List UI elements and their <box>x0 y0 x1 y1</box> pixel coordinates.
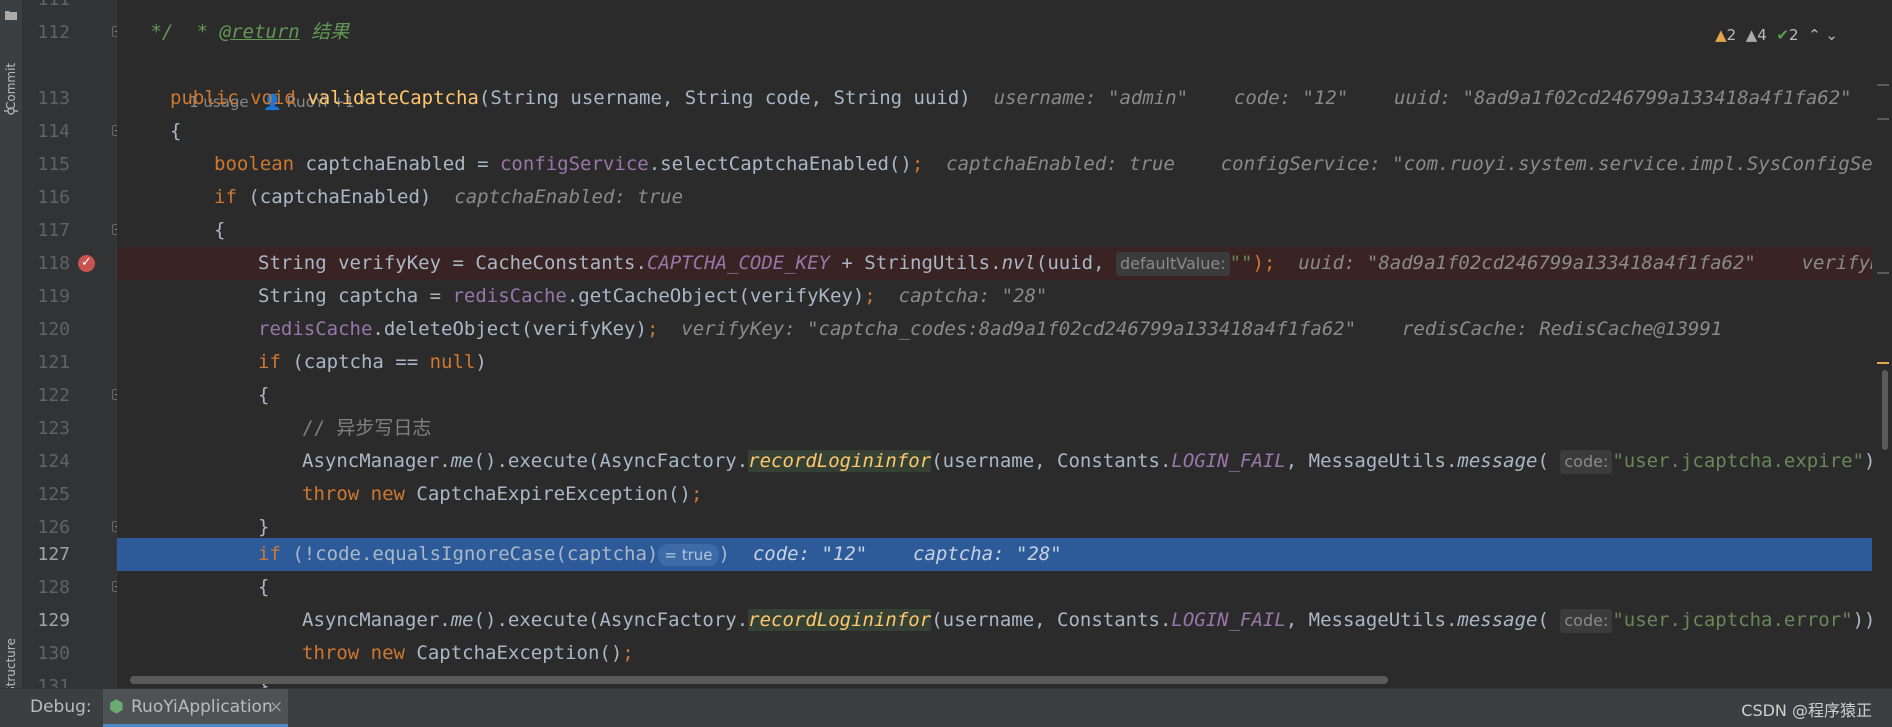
code-line-122[interactable]: { <box>117 379 1892 412</box>
line-number-125[interactable]: 125 <box>22 478 116 511</box>
commit-icon[interactable] <box>4 104 18 118</box>
code-line-125[interactable]: throw new CaptchaExpireException(); <box>117 478 1892 511</box>
line-number-121[interactable]: 121 <box>22 346 116 379</box>
error-stripe-mark[interactable] <box>1877 272 1889 274</box>
debug-tool-bar: Debug: ⬢ RuoYiApplication × CSDN @程序猿正 <box>0 688 1892 727</box>
line-number-114[interactable]: 114 <box>22 115 123 148</box>
code-line-128[interactable]: { <box>117 571 1892 604</box>
line-number-label: 128 <box>37 577 70 598</box>
line-number-label: 130 <box>37 643 70 664</box>
weak-warning-icon: ▲ <box>1745 26 1758 44</box>
line-number-123[interactable]: 123 <box>22 412 116 445</box>
close-icon[interactable]: × <box>269 697 283 717</box>
code-line-117[interactable]: { <box>117 214 1892 247</box>
code-line-112[interactable]: */ <box>117 16 1892 49</box>
code-line-118[interactable]: String verifyKey = CacheConstants.CAPTCH… <box>117 247 1892 280</box>
warning-stripe-mark[interactable] <box>1877 362 1889 364</box>
code-line-116[interactable]: if (captchaEnabled) captchaEnabled: true <box>117 181 1892 214</box>
code-line-121[interactable]: if (captcha == null) <box>117 346 1892 379</box>
line-number-label: 112 <box>37 22 70 43</box>
code-editor[interactable]: 1 usage 👤 RuoYi +1 * * @return 结果 */ pub… <box>117 0 1892 688</box>
line-number-label: 123 <box>37 418 70 439</box>
line-number-117[interactable]: 117 <box>22 214 123 247</box>
line-number-120[interactable]: 120 <box>22 313 116 346</box>
error-stripe-mark[interactable] <box>1877 118 1889 120</box>
line-number-label: 125 <box>37 484 70 505</box>
code-line-120[interactable]: redisCache.deleteObject(verifyKey); veri… <box>117 313 1892 346</box>
line-number-127[interactable]: 127 <box>22 538 116 571</box>
line-number-label: 121 <box>37 352 70 373</box>
param-hint: code: <box>1560 609 1613 633</box>
line-number-label: 115 <box>37 154 70 175</box>
line-number-124[interactable]: 124 <box>22 445 116 478</box>
warning-icon: ▲ <box>1715 26 1727 44</box>
scrollbar-thumb[interactable] <box>1882 370 1888 450</box>
line-number-label: 117 <box>37 220 70 241</box>
code-line-114[interactable]: { <box>117 115 1892 148</box>
breakpoint-icon[interactable] <box>78 246 95 279</box>
line-number-111[interactable]: 111 <box>22 0 116 16</box>
folder-icon[interactable] <box>4 8 18 22</box>
line-number-label: 124 <box>37 451 70 472</box>
line-number-label: 118 <box>37 253 70 274</box>
line-number-label: 111 <box>30 0 70 16</box>
code-line-111[interactable]: * @return 结果 <box>117 0 1892 43</box>
line-number-label: 127 <box>37 544 70 565</box>
watermark: CSDN @程序猿正 <box>1741 701 1872 720</box>
code-line-124[interactable]: AsyncManager.me().execute(AsyncFactory.r… <box>117 445 1892 478</box>
run-config-tab[interactable]: ⬢ RuoYiApplication × <box>103 689 288 727</box>
code-line-129[interactable]: AsyncManager.me().execute(AsyncFactory.r… <box>117 604 1892 637</box>
chevron-up-icon[interactable]: ⌃ <box>1808 26 1821 44</box>
line-number-129[interactable]: 129 <box>22 604 116 637</box>
line-number-label: 119 <box>37 286 70 307</box>
param-hint: defaultValue: <box>1115 252 1230 276</box>
typo-check-icon: ✔ <box>1776 26 1789 44</box>
left-tool-strip: Commit Structure <box>0 0 23 694</box>
line-number-113[interactable]: 113 <box>22 82 116 115</box>
line-number-118[interactable]: 118 <box>22 246 116 280</box>
code-line-115[interactable]: boolean captchaEnabled = configService.s… <box>117 148 1892 181</box>
commit-tab[interactable]: Commit <box>4 48 18 110</box>
error-stripe-mark[interactable] <box>1877 84 1889 86</box>
line-number-label: 113 <box>37 88 70 109</box>
line-number-label: 114 <box>37 121 70 142</box>
chevron-down-icon[interactable]: ⌄ <box>1825 26 1838 44</box>
vertical-scrollbar[interactable] <box>1872 0 1892 688</box>
run-config-icon: ⬢ <box>109 697 124 717</box>
line-number-116[interactable]: 116 <box>22 181 116 214</box>
line-number-128[interactable]: 128 <box>22 571 123 604</box>
horizontal-scrollbar-thumb[interactable] <box>130 676 1388 684</box>
code-line-127-current[interactable]: if (!code.equalsIgnoreCase(captcha) = tru… <box>117 538 1892 571</box>
param-hint: code: <box>1560 450 1613 474</box>
code-line-119[interactable]: String captcha = redisCache.getCacheObje… <box>117 280 1892 313</box>
debug-label: Debug: <box>30 697 92 717</box>
line-number-122[interactable]: 122 <box>22 379 123 412</box>
code-line-123[interactable]: // 异步写日志 <box>117 412 1892 445</box>
line-number-label: 122 <box>37 385 70 406</box>
line-number-115[interactable]: 115 <box>22 148 116 181</box>
code-line-113[interactable]: public void validateCaptcha(String usern… <box>117 82 1892 115</box>
line-number-label: 129 <box>37 610 70 631</box>
line-number-label: 116 <box>37 187 70 208</box>
code-line-130[interactable]: throw new CaptchaException(); <box>117 637 1892 670</box>
value-badge: = true <box>658 544 719 566</box>
line-number-112[interactable]: 112 <box>22 16 123 49</box>
inspection-widget[interactable]: ▲2 ▲4 ✔2 ⌃ ⌄ <box>1696 8 1838 62</box>
line-number-119[interactable]: 119 <box>22 280 116 313</box>
structure-tab[interactable]: Structure <box>4 620 18 694</box>
line-number-130[interactable]: 130 <box>22 637 116 670</box>
line-number-label: 120 <box>37 319 70 340</box>
